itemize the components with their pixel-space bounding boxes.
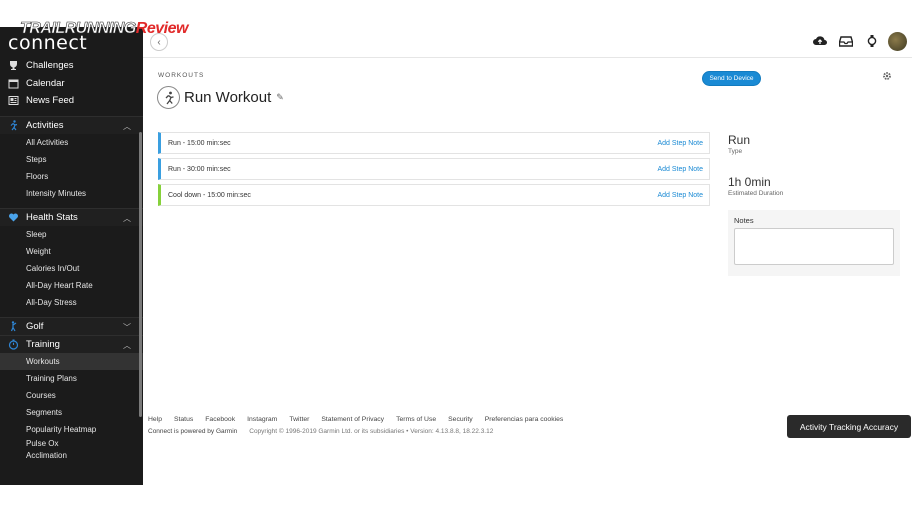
watermark-part2: Review [135, 20, 189, 37]
news-feed-icon [8, 95, 19, 106]
breadcrumb[interactable]: WORKOUTS [158, 72, 204, 79]
sidebar-item-training-plans[interactable]: Training Plans [0, 370, 143, 387]
watch-icon[interactable] [862, 31, 882, 51]
chevron-up-icon[interactable]: ︿ [123, 340, 131, 351]
sidebar-item-segments[interactable]: Segments [0, 404, 143, 421]
footer-link-instagram[interactable]: Instagram [247, 416, 277, 423]
footer-link-help[interactable]: Help [148, 416, 162, 423]
duration-label: Estimated Duration [728, 190, 784, 197]
sidebar-item-label: Challenges [26, 60, 74, 72]
sidebar-item-news-feed[interactable]: News Feed [0, 92, 143, 110]
sidebar-section-training[interactable]: Training ︿ [0, 334, 143, 353]
sidebar-item-stress[interactable]: All-Day Stress [0, 294, 143, 311]
sidebar: connect Challenges Calendar News Feed Ac… [0, 27, 143, 485]
footer-link-twitter[interactable]: Twitter [289, 416, 309, 423]
sidebar-section-label: Training [26, 338, 60, 350]
send-to-device-button[interactable]: Send to Device [702, 71, 761, 86]
trophy-icon [8, 60, 19, 71]
notes-textarea[interactable] [734, 228, 894, 265]
copyright: Copyright © 1996-2019 Garmin Ltd. or its… [249, 428, 494, 435]
workout-step[interactable]: Cool down - 15:00 min:sec Add Step Note [158, 184, 710, 206]
footer-link-security[interactable]: Security [448, 416, 473, 423]
workout-steps: Run - 15:00 min:sec Add Step Note Run - … [158, 132, 710, 210]
sidebar-item-label: News Feed [26, 95, 75, 107]
workout-info: Run Type 1h 0min Estimated Duration [728, 133, 900, 197]
step-label: Cool down - 15:00 min:sec [168, 191, 251, 199]
sidebar-section-label: Activities [26, 119, 64, 131]
add-step-note-link[interactable]: Add Step Note [657, 166, 703, 173]
chevron-up-icon[interactable]: ︿ [123, 121, 131, 132]
avatar[interactable] [888, 31, 907, 51]
run-type-icon [157, 86, 180, 109]
workout-step[interactable]: Run - 30:00 min:sec Add Step Note [158, 158, 710, 180]
sidebar-item-workouts[interactable]: Workouts [0, 352, 143, 370]
stopwatch-icon [8, 338, 19, 350]
footer-sub: Connect is powered by Garmin Copyright ©… [148, 428, 493, 435]
sidebar-section-health-stats[interactable]: Health Stats ︿ [0, 207, 143, 226]
powered-prefix: Connect is powered by [148, 428, 215, 435]
calendar-icon [8, 78, 19, 89]
heart-icon [8, 212, 19, 223]
watermark-logo: TRAILRUNNINGReview [20, 20, 189, 38]
step-label: Run - 15:00 min:sec [168, 139, 231, 147]
sidebar-section-label: Health Stats [26, 211, 78, 223]
powered-by: Connect is powered by Garmin [148, 428, 237, 435]
step-label: Run - 30:00 min:sec [168, 165, 231, 173]
sidebar-scrollbar[interactable] [139, 132, 142, 417]
sidebar-item-courses[interactable]: Courses [0, 387, 143, 404]
sidebar-item-calories[interactable]: Calories In/Out [0, 260, 143, 277]
sidebar-nav: Challenges Calendar News Feed Activities… [0, 57, 143, 463]
add-step-note-link[interactable]: Add Step Note [657, 192, 703, 199]
sidebar-item-steps[interactable]: Steps [0, 151, 143, 168]
sidebar-item-intensity-minutes[interactable]: Intensity Minutes [0, 185, 143, 202]
runner-icon [8, 119, 19, 131]
sidebar-section-activities[interactable]: Activities ︿ [0, 115, 143, 134]
footer-link-terms[interactable]: Terms of Use [396, 416, 436, 423]
notes-title: Notes [734, 216, 754, 225]
duration-value: 1h 0min [728, 175, 771, 189]
type-value: Run [728, 133, 751, 147]
sidebar-item-heart-rate[interactable]: All-Day Heart Rate [0, 277, 143, 294]
pulse-ox-line1: Pulse Ox [26, 439, 59, 448]
workout-step[interactable]: Run - 15:00 min:sec Add Step Note [158, 132, 710, 154]
cloud-upload-icon[interactable] [810, 31, 830, 51]
sidebar-item-label: Calendar [26, 77, 65, 89]
sidebar-section-label: Golf [26, 320, 44, 332]
sidebar-section-golf[interactable]: Golf ﹀ [0, 316, 143, 335]
footer-links: Help Status Facebook Instagram Twitter S… [148, 416, 575, 423]
top-icons [804, 31, 907, 51]
top-bar: ‹ [143, 27, 912, 58]
sidebar-item-weight[interactable]: Weight [0, 243, 143, 260]
workout-title-row: Run Workout ✎ [157, 86, 284, 109]
pencil-icon[interactable]: ✎ [276, 92, 284, 103]
footer-link-privacy[interactable]: Statement of Privacy [321, 416, 384, 423]
add-step-note-link[interactable]: Add Step Note [657, 140, 703, 147]
chevron-left-icon: ‹ [157, 36, 161, 48]
footer-link-status[interactable]: Status [174, 416, 193, 423]
golfer-icon [8, 320, 19, 332]
sidebar-item-popularity-heatmap[interactable]: Popularity Heatmap [0, 421, 143, 438]
watermark-part1: TRAILRUNNING [20, 20, 137, 38]
bottom-blank [0, 485, 912, 513]
garmin-link[interactable]: Garmin [216, 428, 237, 435]
chevron-down-icon[interactable]: ﹀ [123, 322, 131, 333]
gear-icon[interactable] [882, 71, 892, 81]
chevron-up-icon[interactable]: ︿ [123, 213, 131, 224]
sidebar-item-challenges[interactable]: Challenges [0, 57, 143, 75]
sidebar-item-all-activities[interactable]: All Activities [0, 134, 143, 151]
type-label: Type [728, 148, 743, 155]
activity-tracking-accuracy-button[interactable]: Activity Tracking Accuracy [787, 415, 911, 438]
page-title: Run Workout [184, 89, 272, 106]
sidebar-item-floors[interactable]: Floors [0, 168, 143, 185]
pulse-ox-line2: Acclimation [26, 451, 67, 460]
sidebar-item-pulse-ox[interactable]: Pulse Ox Acclimation [0, 438, 143, 463]
footer-link-cookies[interactable]: Preferencias para cookies [485, 416, 564, 423]
inbox-icon[interactable] [836, 31, 856, 51]
footer-link-facebook[interactable]: Facebook [205, 416, 235, 423]
sidebar-item-sleep[interactable]: Sleep [0, 226, 143, 243]
notes-panel: Notes [728, 210, 900, 276]
sidebar-item-calendar[interactable]: Calendar [0, 75, 143, 93]
